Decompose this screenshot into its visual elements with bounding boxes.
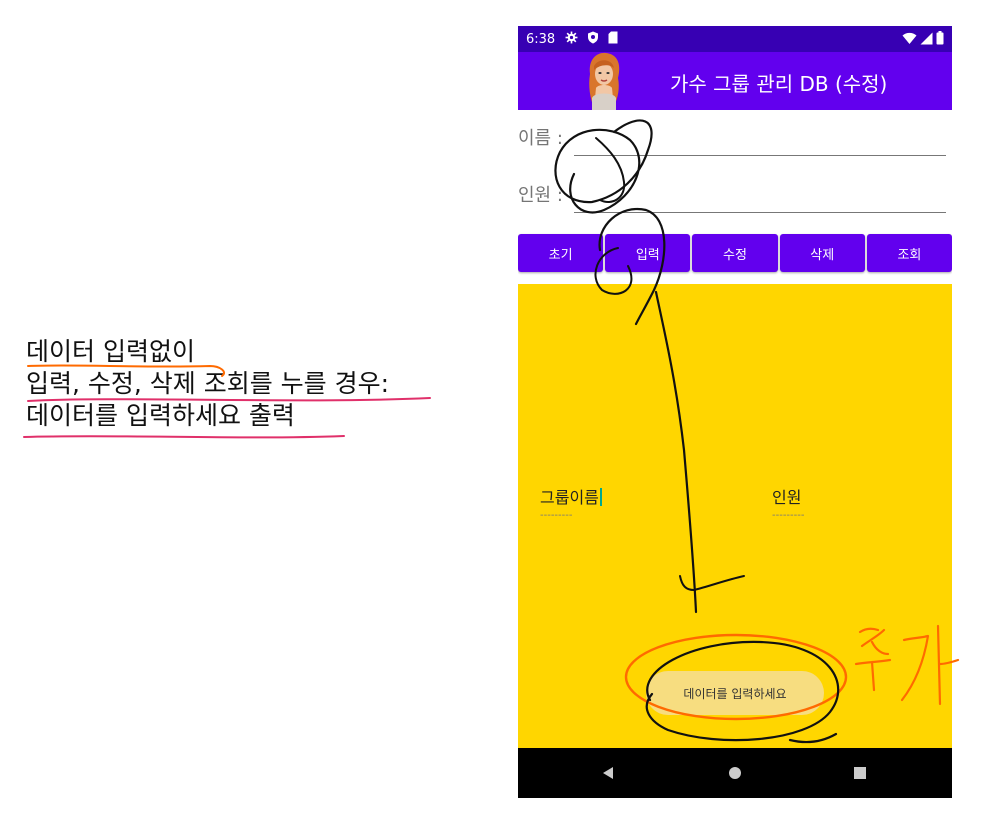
reset-button[interactable]: 초기 — [518, 234, 604, 272]
group-name-dashes: --------- — [540, 510, 573, 521]
app-avatar-icon — [584, 52, 624, 110]
shield-icon — [587, 31, 599, 48]
update-button[interactable]: 수정 — [692, 234, 778, 272]
count-header: 인원 — [772, 488, 802, 507]
insert-button[interactable]: 입력 — [605, 234, 691, 272]
count-input-underline[interactable] — [574, 212, 946, 213]
status-time: 6:38 — [526, 31, 556, 47]
group-name-header: 그룹이름 — [540, 488, 599, 507]
status-right-icons — [902, 31, 944, 49]
note-line-3: 데이터를 입력하세요 출력 — [26, 401, 295, 430]
text-cursor — [599, 488, 602, 506]
count-column: 인원 --------- — [772, 484, 804, 521]
name-field[interactable]: 이름 : — [518, 120, 948, 156]
note-line-1: 데이터 입력없이 — [26, 337, 195, 366]
toast-message: 데이터를 입력하세요 — [646, 671, 824, 715]
phone-screen: 6:38 가수 그룹 관리 DB (수정) 이름: 인원: 초기 입력 수정… — [518, 26, 952, 798]
action-button-row: 초기 입력 수정 삭제 조회 — [518, 234, 952, 272]
group-name-column: 그룹이름 --------- — [540, 484, 602, 521]
recents-icon[interactable] — [848, 761, 872, 785]
wifi-icon — [902, 32, 917, 49]
name-label: 이름 : — [518, 128, 563, 149]
battery-icon — [936, 31, 944, 49]
result-area: 그룹이름 --------- 인원 --------- 데이터를 입력하세요 — [518, 284, 952, 748]
navigation-bar — [518, 748, 952, 798]
sd-card-icon — [608, 31, 618, 48]
pink-underline-2 — [23, 435, 345, 439]
home-icon[interactable] — [723, 761, 747, 785]
note-line-2: 입력, 수정, 삭제 조회를 누를 경우: — [26, 369, 390, 398]
query-button[interactable]: 조회 — [866, 234, 952, 272]
count-label: 인원 : — [518, 185, 563, 206]
gear-icon — [565, 31, 578, 48]
instruction-note: 데이터 입력없이 입력, 수정, 삭제 조회를 누를 경우: 데이터를 입력하세… — [26, 336, 496, 432]
name-input-underline[interactable] — [574, 155, 946, 156]
delete-button[interactable]: 삭제 — [779, 234, 865, 272]
count-field[interactable]: 인원 : — [518, 177, 948, 213]
status-bar: 6:38 — [518, 26, 952, 52]
app-title: 가수 그룹 관리 DB (수정) — [670, 72, 888, 96]
back-icon[interactable] — [596, 761, 620, 785]
signal-icon — [920, 32, 933, 49]
count-dashes: --------- — [772, 510, 805, 521]
